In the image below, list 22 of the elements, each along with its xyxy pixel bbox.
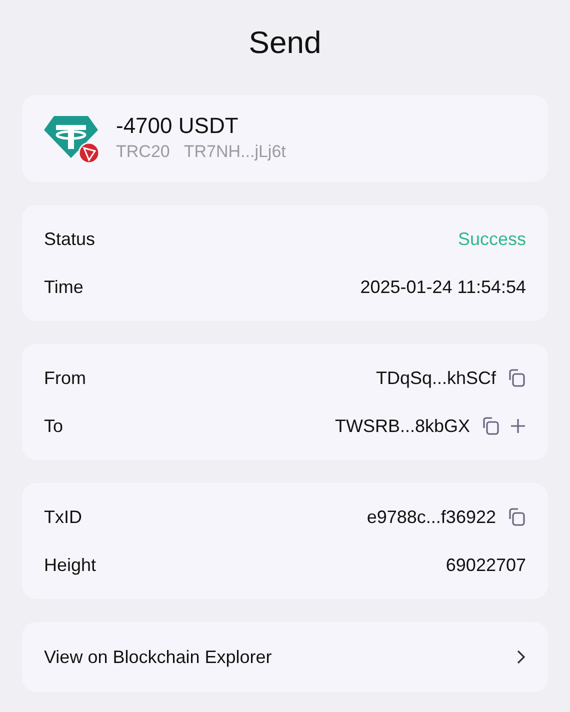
add-icon[interactable]	[510, 418, 526, 434]
field-label: To	[44, 414, 64, 438]
explorer-link[interactable]: View on Blockchain Explorer	[22, 622, 548, 692]
field-label: Height	[44, 554, 96, 577]
chevron-right-icon	[516, 650, 526, 664]
field-label: From	[44, 366, 86, 390]
field-value: 2025-01-24 11:54:54	[360, 276, 526, 298]
field-value: Success	[458, 228, 526, 250]
field-label: TxID	[44, 506, 82, 528]
field-label: Status	[44, 228, 96, 250]
field-label: Time	[44, 276, 84, 298]
page-title: Send	[248, 24, 322, 62]
field-value: TDqSq...khSCf	[376, 366, 496, 390]
copy-icon[interactable]	[506, 507, 526, 527]
field-value: 69022707	[446, 554, 526, 576]
field-value: TWSRB...8kbGX	[334, 414, 470, 438]
amount-text: -4700 USDT	[116, 112, 240, 139]
copy-icon[interactable]	[506, 368, 526, 388]
asset-address: TR7NH...jLj6t	[184, 140, 286, 163]
copy-icon[interactable]	[480, 416, 500, 436]
network-label: TRC20	[116, 140, 170, 163]
field-value: e9788c...f36922	[366, 506, 496, 528]
